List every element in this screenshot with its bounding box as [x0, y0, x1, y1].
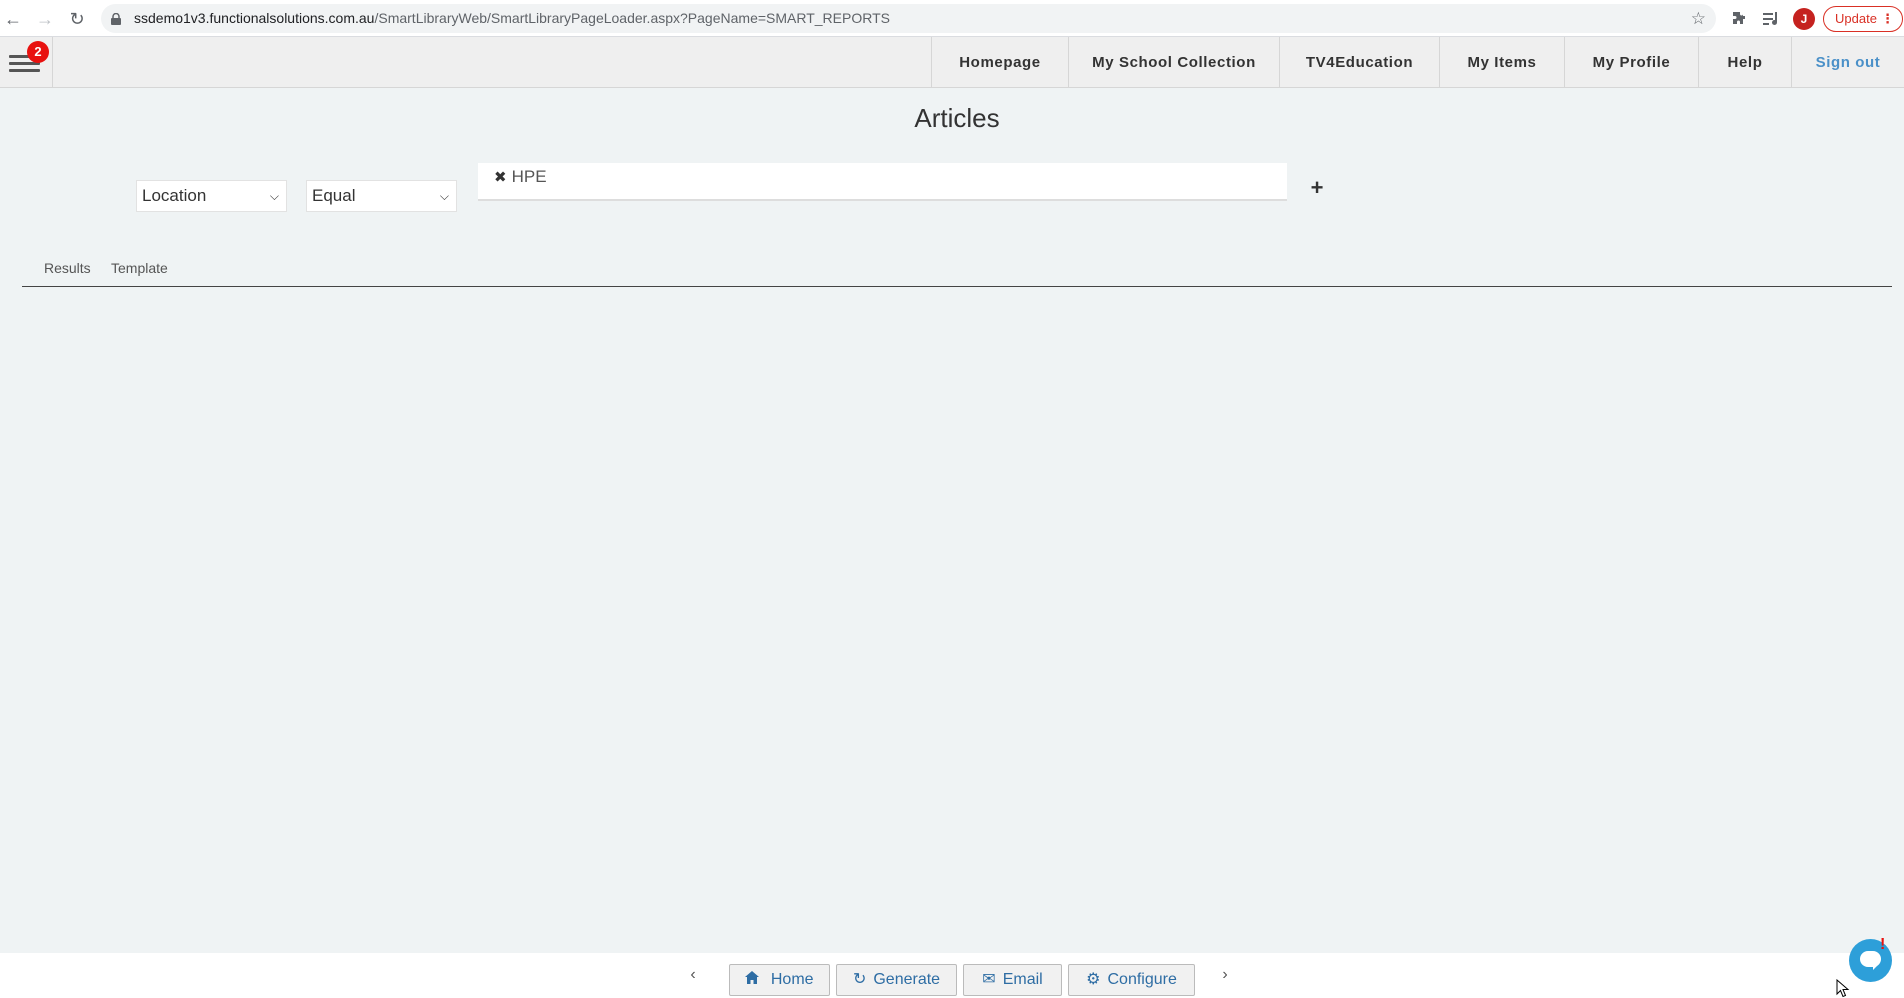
plus-icon: +: [1310, 175, 1324, 200]
chat-widget-button[interactable]: !: [1849, 936, 1892, 982]
profile-avatar[interactable]: J: [1793, 8, 1815, 30]
app-top-nav: 2 Homepage My School Collection TV4Educa…: [0, 37, 1904, 88]
cogs-icon: ⚙: [1086, 971, 1101, 988]
filter-operator-value: Equal: [312, 186, 356, 205]
address-bar[interactable]: ssdemo1v3.functionalsolutions.com.au/Sma…: [101, 4, 1716, 33]
nav-my-school-collection[interactable]: My School Collection: [1068, 37, 1279, 88]
reload-icon[interactable]: ↻: [64, 6, 90, 32]
home-button-label: Home: [770, 971, 814, 988]
chevron-down-icon: ⌵: [439, 189, 449, 203]
refresh-icon: ↻: [852, 971, 867, 988]
envelope-icon: ✉: [982, 971, 996, 988]
remove-token-icon[interactable]: ✖: [494, 169, 507, 186]
url-path: /SmartLibraryWeb/SmartLibraryPageLoader.…: [374, 10, 890, 26]
tab-divider: [22, 286, 1892, 287]
nav-help[interactable]: Help: [1698, 37, 1791, 88]
configure-button[interactable]: ⚙ Configure: [1068, 964, 1195, 996]
tab-template[interactable]: Template: [111, 260, 168, 276]
nav-homepage[interactable]: Homepage: [931, 37, 1068, 88]
chevron-down-icon: ⌵: [269, 189, 279, 203]
media-queue-icon[interactable]: [1758, 6, 1784, 32]
filter-operator-select[interactable]: Equal ⌵: [306, 180, 457, 212]
nav-my-profile[interactable]: My Profile: [1564, 37, 1698, 88]
back-icon[interactable]: ←: [0, 6, 26, 32]
filter-token: ✖ HPE: [494, 167, 547, 187]
lock-icon: [111, 13, 121, 25]
filter-token-label: HPE: [511, 167, 547, 186]
filter-value-input[interactable]: ✖ HPE: [478, 163, 1287, 201]
notification-badge: 2: [27, 41, 49, 63]
update-button[interactable]: Update ⋮: [1823, 6, 1903, 32]
url-host: ssdemo1v3.functionalsolutions.com.au: [134, 10, 375, 26]
generate-button-label: Generate: [873, 971, 941, 988]
more-vert-icon: ⋮: [1881, 11, 1894, 26]
generate-button[interactable]: ↻ Generate: [836, 964, 957, 996]
filter-field-select[interactable]: Location ⌵: [136, 180, 287, 212]
extensions-icon[interactable]: [1726, 6, 1752, 32]
tab-results[interactable]: Results: [44, 260, 91, 276]
mouse-cursor-icon: [1836, 979, 1850, 998]
footer-toolbar: ‹ Home ↻ Generate ✉ Email ⚙ Configure ›: [0, 953, 1904, 998]
chat-alert-icon: !: [1880, 936, 1886, 953]
configure-button-label: Configure: [1107, 971, 1177, 988]
browser-toolbar: ← → ↻ ssdemo1v3.functionalsolutions.com.…: [0, 0, 1904, 37]
nav-tv4education[interactable]: TV4Education: [1279, 37, 1439, 88]
nav-my-items[interactable]: My Items: [1439, 37, 1564, 88]
bookmark-star-icon[interactable]: ☆: [1691, 4, 1706, 33]
forward-icon[interactable]: →: [32, 6, 58, 32]
email-button-label: Email: [1002, 971, 1043, 988]
home-icon: [745, 971, 763, 988]
chevron-left-icon[interactable]: ‹: [683, 965, 703, 985]
update-label: Update: [1835, 11, 1877, 26]
page-title: Articles: [914, 103, 1000, 133]
nav-sign-out[interactable]: Sign out: [1791, 37, 1904, 88]
home-button[interactable]: Home: [729, 964, 830, 996]
chevron-right-icon[interactable]: ›: [1215, 965, 1235, 985]
add-filter-button[interactable]: +: [1307, 175, 1327, 200]
menu-icon-bar: [9, 69, 40, 72]
filter-field-value: Location: [142, 186, 207, 205]
chat-bubble-tail: [1873, 964, 1879, 970]
hamburger-menu-button[interactable]: 2: [0, 37, 53, 88]
email-button[interactable]: ✉ Email: [963, 964, 1062, 996]
